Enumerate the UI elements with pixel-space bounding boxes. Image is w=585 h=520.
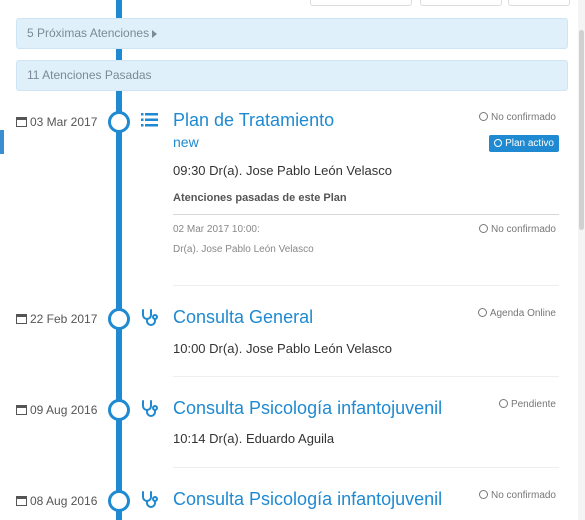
top-tab-edge[interactable]: [420, 0, 502, 6]
past-attentions-label: 11 Atenciones Pasadas: [27, 68, 152, 82]
plan-past-status: No confirmado: [478, 224, 556, 235]
past-attentions-banner[interactable]: 11 Atenciones Pasadas: [16, 60, 568, 91]
clock-icon: [478, 490, 488, 499]
stethoscope-icon: [140, 489, 160, 509]
timeline-node: [108, 490, 130, 512]
entry-time-doctor: 10:00 Dr(a). Jose Pablo León Velasco: [173, 341, 392, 356]
timeline-node: [108, 308, 130, 330]
plan-past-date: 02 Mar 2017 10:00:: [173, 224, 260, 235]
entry-time-doctor: 10:14 Dr(a). Eduardo Aguila: [173, 431, 335, 446]
clock-icon: [498, 399, 508, 408]
entry-status: Agenda Online: [477, 308, 556, 319]
calendar-icon: [16, 405, 27, 415]
entry-status: No confirmado: [478, 112, 556, 123]
calendar-icon: [16, 117, 27, 127]
calendar-icon: [16, 496, 27, 506]
timeline-node: [108, 111, 130, 133]
entry-title-link[interactable]: Consulta General: [173, 307, 313, 328]
plan-past-doctor: Dr(a). Jose Pablo León Velasco: [173, 244, 314, 255]
stethoscope-icon: [140, 398, 160, 418]
clock-icon: [477, 308, 487, 317]
clock-icon: [478, 112, 488, 121]
entry-separator: [173, 376, 559, 377]
stethoscope-icon: [140, 307, 160, 327]
entry-separator: [173, 467, 559, 468]
left-accent-bar: [0, 130, 4, 154]
clock-icon: [478, 224, 488, 233]
entry-title-link[interactable]: Consulta Psicología infantojuvenil: [173, 489, 442, 510]
top-tab-strip: [0, 0, 585, 6]
plan-active-badge[interactable]: Plan activo: [489, 135, 559, 152]
plan-past-attentions-heading: Atenciones pasadas de este Plan: [173, 192, 347, 204]
top-tab-edge[interactable]: [508, 0, 570, 6]
upcoming-attentions-label: 5 Próximas Atenciones: [27, 26, 150, 40]
divider: [173, 214, 559, 215]
entry-title-link[interactable]: Consulta Psicología infantojuvenil: [173, 398, 442, 419]
entry-status: No confirmado: [478, 490, 556, 501]
entry-subtitle: new: [173, 134, 199, 150]
clock-icon: [494, 139, 503, 147]
entry-title-link[interactable]: Plan de Tratamiento: [173, 110, 334, 131]
scrollbar[interactable]: [578, 0, 585, 520]
top-tab-edge[interactable]: [310, 0, 412, 6]
caret-right-icon: [152, 29, 158, 38]
entry-date: 08 Aug 2016: [16, 494, 97, 508]
upcoming-attentions-banner[interactable]: 5 Próximas Atenciones: [16, 18, 568, 49]
entry-separator: [173, 285, 559, 286]
entry-date: 03 Mar 2017: [16, 115, 97, 129]
entry-time-doctor: 09:30 Dr(a). Jose Pablo León Velasco: [173, 163, 392, 178]
scrollbar-thumb[interactable]: [579, 30, 584, 230]
entry-status: Pendiente: [498, 399, 556, 410]
calendar-icon: [16, 314, 27, 324]
timeline-node: [108, 399, 130, 421]
entry-date: 22 Feb 2017: [16, 312, 97, 326]
list-icon: [140, 110, 160, 130]
entry-date: 09 Aug 2016: [16, 403, 97, 417]
